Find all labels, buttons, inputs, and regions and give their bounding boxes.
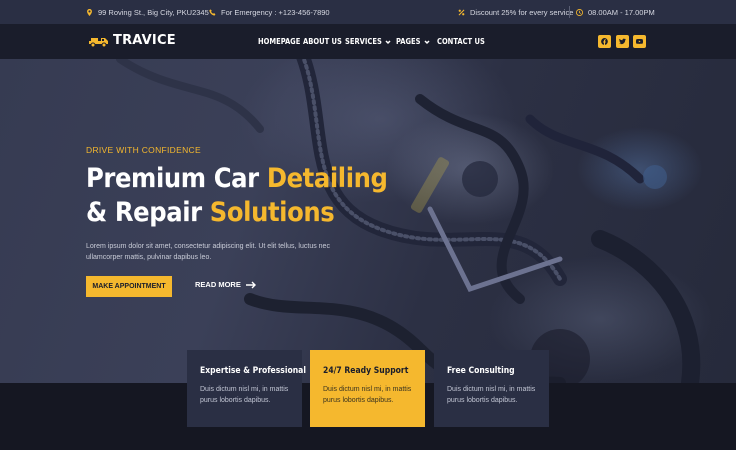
make-appointment-button[interactable]: MAKE APPOINTMENT: [86, 276, 172, 297]
arrow-right-icon: [245, 281, 256, 288]
facebook-icon: [601, 38, 608, 45]
brand-logo[interactable]: TRAVICE: [88, 33, 176, 48]
hero-headline: Premium Car Detailing & Repair Solutions: [86, 163, 388, 228]
address-info: 99 Roving St., Big City, PKU2345: [86, 8, 209, 17]
location-pin-icon: [87, 9, 92, 16]
discount-text: Discount 25% for every service: [470, 8, 574, 17]
nav-contact-us[interactable]: CONTACT US: [437, 37, 485, 46]
feature-text: Duis dictum nisl mi, in mattis purus lob…: [200, 386, 289, 404]
hours-text: 08.00AM - 17.00PM: [588, 8, 655, 17]
feature-title: 24/7 Ready Support: [323, 366, 409, 376]
hours-info: 08.00AM - 17.00PM: [576, 8, 655, 17]
percent-icon: [458, 9, 465, 16]
phone-icon: [209, 9, 216, 16]
feature-title: Free Consulting: [447, 366, 515, 376]
feature-text: Duis dictum nisl mi, in mattis purus lob…: [447, 386, 536, 404]
read-more-link[interactable]: READ MORE: [195, 280, 256, 289]
tow-truck-icon: [89, 37, 108, 47]
main-navbar: TRAVICE HOMEPAGE ABOUT US SERVICES PAGES…: [0, 24, 736, 59]
emergency-info[interactable]: For Emergency : +123-456-7890: [209, 8, 330, 17]
chevron-down-icon: [385, 39, 391, 44]
nav-services[interactable]: SERVICES: [345, 37, 391, 46]
feature-card-consulting[interactable]: Free Consulting Duis dictum nisl mi, in …: [434, 350, 549, 427]
top-info-bar: 99 Roving St., Big City, PKU2345 For Eme…: [0, 0, 736, 24]
address-text: 99 Roving St., Big City, PKU2345: [98, 8, 209, 17]
hero-eyebrow: DRIVE WITH CONFIDENCE: [86, 145, 201, 155]
twitter-button[interactable]: [616, 35, 629, 48]
feature-card-expertise[interactable]: Expertise & Professional Duis dictum nis…: [187, 350, 306, 427]
twitter-icon: [619, 38, 626, 45]
feature-title: Expertise & Professional: [200, 366, 306, 376]
nav-about-us[interactable]: ABOUT US: [303, 37, 342, 46]
youtube-icon: [636, 39, 643, 44]
chevron-down-icon: [423, 39, 430, 44]
hero-description: Lorem ipsum dolor sit amet, consectetur …: [86, 243, 330, 261]
brand-name: TRAVICE: [113, 33, 176, 48]
feature-card-support[interactable]: 24/7 Ready Support Duis dictum nisl mi, …: [310, 350, 425, 427]
discount-info: Discount 25% for every service: [458, 8, 573, 17]
feature-text: Duis dictum nisl mi, in mattis purus lob…: [323, 386, 412, 404]
youtube-button[interactable]: [633, 35, 646, 48]
hero-section: DRIVE WITH CONFIDENCE Premium Car Detail…: [0, 59, 736, 383]
clock-icon: [576, 9, 583, 16]
nav-homepage[interactable]: HOMEPAGE: [258, 37, 300, 46]
emergency-text: For Emergency : +123-456-7890: [221, 8, 330, 17]
nav-pages[interactable]: PAGES: [396, 37, 430, 46]
facebook-button[interactable]: [598, 35, 611, 48]
topbar-divider: [569, 6, 570, 18]
